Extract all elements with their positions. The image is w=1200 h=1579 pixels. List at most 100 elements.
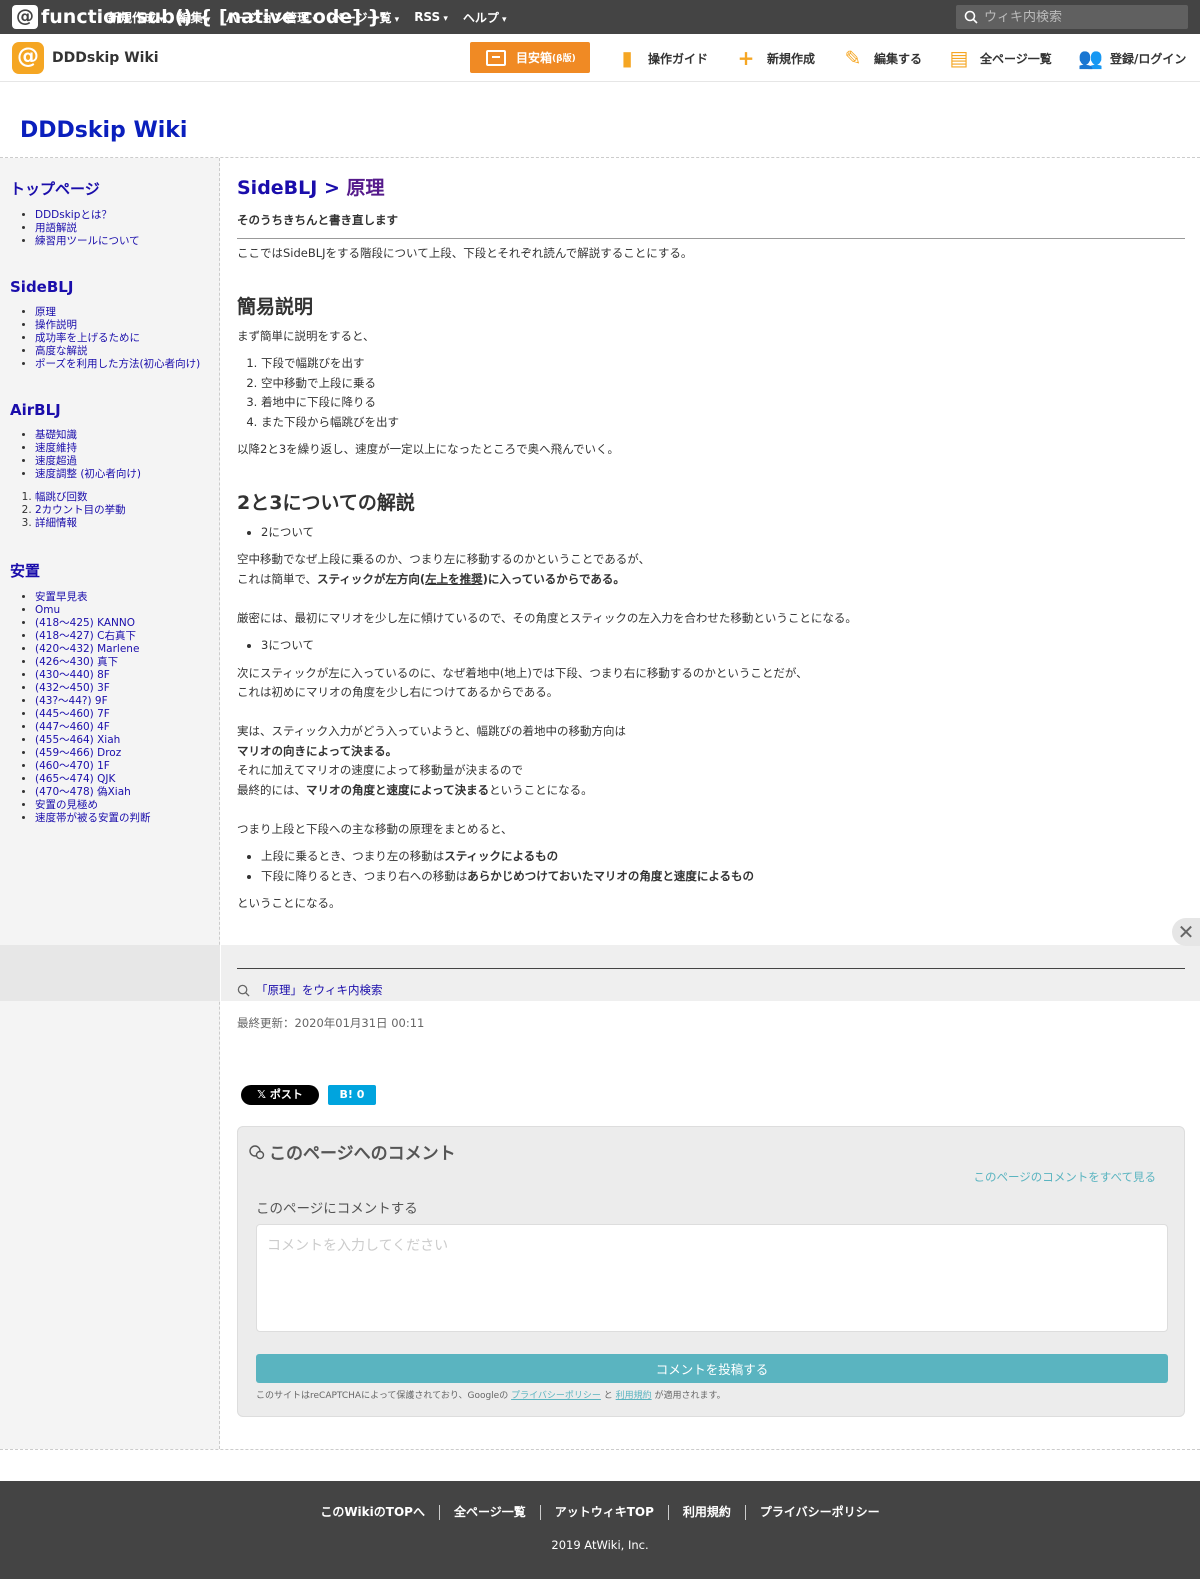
guide-button[interactable]: ▮ 操作ガイド bbox=[616, 46, 708, 70]
sidebar-link[interactable]: 安置早見表 bbox=[35, 591, 88, 603]
sidebar-list: 原理操作説明成功率を上げるために高度な解説ポーズを利用した方法(初心者向け) bbox=[35, 306, 209, 371]
suggestion-box-button[interactable]: 目安箱 (β版) bbox=[470, 42, 590, 73]
x-post-button[interactable]: 𝕏 ポスト bbox=[241, 1085, 319, 1105]
sidebar-link[interactable]: 用語解説 bbox=[35, 222, 77, 234]
sidebar-item: ポーズを利用した方法(初心者向け) bbox=[35, 358, 209, 371]
global-menu: 新規作成 編集 バージョン管理 ページ一覧 RSS ヘルプ bbox=[108, 0, 522, 34]
main-content: SideBLJ > 原理 そのうちきちんと書き直します ここではSideBLJを… bbox=[237, 173, 1185, 914]
sidebar-link[interactable]: (460～470) 1F bbox=[35, 760, 110, 772]
sidebar-link[interactable]: (455～464) Xiah bbox=[35, 734, 120, 746]
hatena-bookmark-button[interactable]: B! 0 bbox=[328, 1085, 376, 1105]
sidebar-link[interactable]: (418～425) KANNO bbox=[35, 617, 135, 629]
wiki-search-link[interactable]: 「原理」をウィキ内検索 bbox=[237, 982, 383, 998]
sidebar-item: 速度帯が被る安置の判断 bbox=[35, 812, 209, 825]
sidebar-link[interactable]: ポーズを利用した方法(初心者向け) bbox=[35, 358, 200, 370]
sidebar-link[interactable]: 操作説明 bbox=[35, 319, 77, 331]
list-item: 空中移動で上段に乗る bbox=[261, 374, 1185, 394]
sidebar-item: (418～425) KANNO bbox=[35, 617, 209, 630]
sidebar-link[interactable]: 速度超過 bbox=[35, 455, 77, 467]
sidebar-item: 速度維持 bbox=[35, 442, 209, 455]
intro-text: ここではSideBLJをする階段について上段、下段とそれぞれ読んで解説することに… bbox=[237, 246, 693, 260]
list-item: 上段に乗るとき、つまり左の移動はスティックによるもの bbox=[261, 847, 1185, 867]
sidebar-link[interactable]: (445～460) 7F bbox=[35, 708, 110, 720]
post-comment-button[interactable]: コメントを投稿する bbox=[256, 1354, 1168, 1383]
sidebar-link[interactable]: (430～440) 8F bbox=[35, 669, 110, 681]
sidebar-item: Omu bbox=[35, 604, 209, 617]
sidebar-item: (465～474) QJK bbox=[35, 773, 209, 786]
paragraph: 空中移動でなぜ上段に乗るのか、つまり左に移動するのかということであるが、 これは簡… bbox=[237, 552, 857, 625]
login-button[interactable]: 👥 登録/ログイン bbox=[1078, 46, 1186, 70]
sidebar-link[interactable]: 詳細情報 bbox=[35, 517, 77, 529]
sidebar-link[interactable]: DDDskipとは？ bbox=[35, 209, 112, 221]
terms-link[interactable]: 利用規約 bbox=[616, 1391, 652, 1401]
gray-band-left bbox=[0, 945, 220, 1001]
edit-button[interactable]: ✎ 編集する bbox=[842, 46, 922, 70]
sidebar-link[interactable]: (470～478) 偽Xiah bbox=[35, 786, 131, 798]
footer-link-terms[interactable]: 利用規約 bbox=[669, 1505, 746, 1520]
new-page-button[interactable]: + 新規作成 bbox=[735, 46, 815, 70]
sidebar-link[interactable]: (447～460) 4F bbox=[35, 721, 110, 733]
sidebar-item: 原理 bbox=[35, 306, 209, 319]
sidebar-link[interactable]: 幅跳び回数 bbox=[35, 491, 88, 503]
list-item: 3について bbox=[261, 636, 1185, 656]
sidebar-item: 幅跳び回数 bbox=[35, 491, 209, 504]
menu-new[interactable]: 新規作成 bbox=[108, 9, 164, 26]
close-icon[interactable]: ✕ bbox=[1172, 918, 1200, 946]
sidebar-heading[interactable]: トップページ bbox=[10, 178, 209, 199]
pencil-icon: ✎ bbox=[844, 46, 862, 70]
breadcrumb-parent[interactable]: SideBLJ bbox=[237, 177, 317, 199]
page-title: SideBLJ > 原理 bbox=[237, 177, 385, 199]
sidebar-item: (420～432) Marlene bbox=[35, 643, 209, 656]
sidebar-link[interactable]: 練習用ツールについて bbox=[35, 235, 140, 247]
sidebar-link[interactable]: 速度帯が被る安置の判断 bbox=[35, 812, 151, 824]
comment-textarea[interactable] bbox=[256, 1224, 1168, 1332]
sidebar-link[interactable]: 速度維持 bbox=[35, 442, 77, 454]
list-item: 下段に降りるとき、つまり右への移動はあらかじめつけておいたマリオの角度と速度によ… bbox=[261, 867, 1185, 887]
comment-label: このページにコメントする bbox=[256, 1201, 418, 1217]
footer-link-atwiki-top[interactable]: アットウィキTOP bbox=[541, 1505, 669, 1520]
sidebar-link[interactable]: 成功率を上げるために bbox=[35, 332, 140, 344]
sidebar-heading[interactable]: SideBLJ bbox=[10, 278, 209, 296]
sidebar-link[interactable]: 速度調整 (初心者向け) bbox=[35, 468, 141, 480]
sidebar-link[interactable]: (426～430) 真下 bbox=[35, 656, 118, 668]
sidebar-item: (470～478) 偽Xiah bbox=[35, 786, 209, 799]
sidebar-link[interactable]: 基礎知識 bbox=[35, 429, 77, 441]
menu-rss[interactable]: RSS bbox=[414, 10, 448, 24]
menu-help[interactable]: ヘルプ bbox=[463, 9, 507, 26]
chat-icon bbox=[249, 1144, 265, 1159]
list-item: 着地中に下段に降りる bbox=[261, 393, 1185, 413]
sidebar-link[interactable]: Omu bbox=[35, 604, 60, 616]
sidebar-link[interactable]: 安置の見極め bbox=[35, 799, 98, 811]
site-logo[interactable]: @ DDDskip Wiki bbox=[12, 42, 159, 74]
breadcrumb-current[interactable]: 原理 bbox=[347, 177, 385, 199]
add-user-icon: 👥 bbox=[1078, 46, 1103, 70]
all-pages-button[interactable]: ▤ 全ページ一覧 bbox=[948, 46, 1052, 70]
search-input[interactable] bbox=[984, 9, 1174, 25]
sidebar-item: 用語解説 bbox=[35, 222, 209, 235]
sidebar-link[interactable]: (420～432) Marlene bbox=[35, 643, 139, 655]
menu-pagelist[interactable]: ページ一覧 bbox=[332, 9, 399, 26]
sidebar-heading[interactable]: AirBLJ bbox=[10, 401, 209, 419]
sidebar-item: DDDskipとは？ bbox=[35, 209, 209, 222]
sidebar-item: 練習用ツールについて bbox=[35, 235, 209, 248]
footer-link-privacy[interactable]: プライバシーポリシー bbox=[746, 1505, 894, 1520]
sidebar-link[interactable]: (459～466) Droz bbox=[35, 747, 121, 759]
sidebar-link[interactable]: (418～427) C右真下 bbox=[35, 630, 136, 642]
sidebar-link[interactable]: 原理 bbox=[35, 306, 56, 318]
sidebar-link[interactable]: (432～450) 3F bbox=[35, 682, 110, 694]
footer-link-top[interactable]: このWikiのTOPへ bbox=[306, 1505, 440, 1520]
wiki-title[interactable]: DDDskip Wiki bbox=[20, 118, 187, 143]
menu-version[interactable]: バージョン管理 bbox=[225, 9, 316, 26]
search-icon bbox=[964, 10, 978, 24]
sidebar-item: (432～450) 3F bbox=[35, 682, 209, 695]
footer-link-all-pages[interactable]: 全ページ一覧 bbox=[440, 1505, 541, 1520]
sidebar-link[interactable]: 2カウント目の挙動 bbox=[35, 504, 126, 516]
privacy-policy-link[interactable]: プライバシーポリシー bbox=[511, 1391, 601, 1401]
sidebar-link[interactable]: 高度な解説 bbox=[35, 345, 88, 357]
menu-edit[interactable]: 編集 bbox=[179, 9, 211, 26]
see-all-comments-link[interactable]: このページのコメントをすべて見る bbox=[973, 1169, 1156, 1185]
site-at-icon: @ bbox=[12, 42, 44, 74]
sidebar-link[interactable]: (43?～44?) 9F bbox=[35, 695, 108, 707]
sidebar-heading[interactable]: 安置 bbox=[10, 560, 209, 581]
sidebar-link[interactable]: (465～474) QJK bbox=[35, 773, 115, 785]
